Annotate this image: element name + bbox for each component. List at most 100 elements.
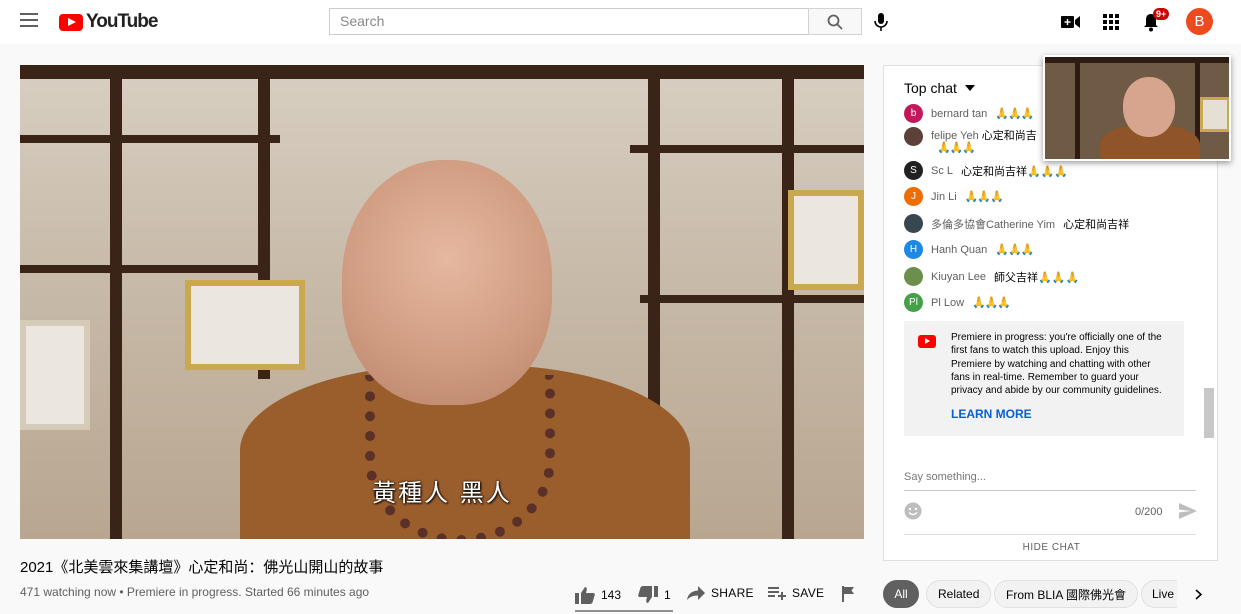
learn-more-link[interactable]: LEARN MORE: [951, 407, 1032, 421]
chat-avatar: J: [904, 187, 923, 206]
chat-author: 多倫多協會Catherine Yim: [931, 218, 1056, 231]
hide-chat-button[interactable]: HIDE CHAT: [884, 542, 1219, 553]
chat-author: Hanh Quan: [931, 243, 988, 256]
chat-message: 多倫多協會Catherine Yim 心定和尚吉祥: [904, 214, 1129, 233]
chat-text: 心定和尚吉祥🙏🙏🙏: [961, 165, 1069, 178]
masthead: YouTube Search 9+ B: [0, 0, 1241, 44]
video-player[interactable]: 黃種人 黑人: [20, 65, 864, 539]
chat-text: 🙏🙏🙏: [995, 244, 1034, 256]
youtube-icon: [918, 335, 936, 348]
chat-author: Pl Low: [931, 296, 965, 309]
premiere-notice-text: Premiere in progress: you're officially …: [951, 332, 1162, 397]
like-button[interactable]: 143: [575, 586, 621, 604]
chevron-right-icon: [1194, 588, 1202, 600]
certificate-frame: [788, 190, 864, 290]
thumbs-up-icon: [575, 587, 595, 604]
chat-author: bernard tan: [931, 107, 988, 120]
shelf-top: [20, 65, 864, 79]
menu-icon[interactable]: [20, 13, 38, 29]
speaker-face: [342, 160, 552, 405]
share-label: SHARE: [711, 586, 754, 600]
video-meta: 471 watching now • Premiere in progress.…: [20, 585, 370, 599]
logo-text: YouTube: [86, 11, 158, 32]
dislike-count: 1: [664, 588, 671, 602]
chat-author: Kiuyan Lee: [931, 270, 987, 283]
premiere-notice: Premiere in progress: you're officially …: [904, 321, 1184, 436]
chat-avatar: [904, 214, 923, 233]
save-button[interactable]: SAVE: [768, 586, 824, 600]
certificate-frame: [185, 280, 305, 370]
chip-from-channel[interactable]: From BLIA 國際佛光會: [994, 580, 1139, 608]
shelf-top: [1045, 57, 1229, 63]
mini-player-overlay[interactable]: [1043, 55, 1231, 161]
chat-message-continuation: 🙏🙏🙏: [937, 141, 976, 154]
chat-author: Sc L: [931, 164, 954, 177]
emoji-button[interactable]: [904, 502, 922, 525]
chat-author: Jin Li: [931, 190, 957, 203]
chat-text: 心定和尚吉: [981, 130, 1037, 142]
video-title: 2021《北美雲來集講壇》心定和尚：佛光山開山的故事: [20, 559, 384, 576]
notification-count-badge: 9+: [1153, 8, 1170, 20]
emoji-icon: [904, 502, 922, 520]
youtube-logo[interactable]: YouTube: [59, 11, 158, 33]
chip-related[interactable]: Related: [926, 580, 992, 608]
mic-icon[interactable]: [870, 11, 892, 33]
search-button[interactable]: [808, 8, 862, 35]
like-count: 143: [601, 588, 622, 602]
send-icon: [1179, 503, 1197, 519]
shelf-board: [20, 265, 270, 273]
chat-avatar: [904, 127, 923, 146]
shelf-post: [110, 79, 122, 539]
chat-avatar: Pl: [904, 293, 923, 312]
shelf-board: [640, 295, 864, 303]
share-icon: [687, 586, 705, 600]
search-icon: [827, 14, 843, 30]
speaker-face: [1123, 77, 1175, 137]
save-label: SAVE: [792, 586, 825, 600]
character-counter: 0/200: [1135, 506, 1163, 518]
chat-avatar: [904, 267, 923, 286]
chevron-down-icon: [964, 85, 975, 91]
chat-message: Pl Pl Low 🙏🙏🙏: [904, 293, 1011, 312]
chat-text: 🙏🙏🙏: [937, 142, 976, 154]
chat-message: J Jin Li 🙏🙏🙏: [904, 187, 1004, 206]
chat-avatar: b: [904, 104, 923, 123]
chat-message: b bernard tan 🙏🙏🙏: [904, 104, 1034, 123]
chat-text: 心定和尚吉祥: [1063, 218, 1130, 231]
sentiment-bar: [575, 610, 673, 612]
chat-avatar: H: [904, 240, 923, 259]
thumbs-down-icon: [638, 586, 658, 603]
dislike-button[interactable]: 1: [638, 586, 671, 604]
chat-text: 🙏🙏🙏: [995, 108, 1034, 120]
chat-mode-dropdown[interactable]: Top chat: [904, 80, 975, 96]
chat-message: S Sc L 心定和尚吉祥🙏🙏🙏: [904, 161, 1068, 180]
chat-text: 🙏🙏🙏: [972, 297, 1011, 309]
send-button[interactable]: [1179, 503, 1197, 524]
chat-message: Kiuyan Lee 師父吉祥🙏🙏🙏: [904, 267, 1079, 286]
chat-avatar: S: [904, 161, 923, 180]
chat-message: H Hanh Quan 🙏🙏🙏: [904, 240, 1034, 259]
apps-grid-icon[interactable]: [1100, 11, 1122, 33]
flag-icon: [842, 586, 854, 602]
shelf-board: [630, 145, 864, 153]
share-button[interactable]: SHARE: [687, 586, 754, 600]
shelf-board: [20, 135, 280, 143]
report-button[interactable]: [842, 586, 855, 602]
shelf-post: [1075, 57, 1080, 159]
create-video-icon[interactable]: [1060, 11, 1082, 33]
video-subtitle: 黃種人 黑人: [372, 479, 512, 507]
chips-next-button[interactable]: [1190, 586, 1206, 602]
chat-text: 師父吉祥🙏🙏🙏: [994, 271, 1080, 284]
divider: [904, 534, 1196, 535]
chip-live[interactable]: Live: [1141, 580, 1177, 608]
chat-scrollbar[interactable]: [1204, 388, 1214, 438]
account-avatar[interactable]: B: [1186, 8, 1213, 35]
youtube-play-icon: [59, 13, 83, 31]
add-to-playlist-icon: [768, 587, 786, 600]
chat-text: 🙏🙏🙏: [964, 191, 1004, 203]
certificate-frame: [20, 320, 90, 430]
chat-mode-label: Top chat: [904, 80, 957, 96]
search-input[interactable]: Search: [329, 8, 809, 35]
chat-message-input[interactable]: Say something...: [904, 471, 1196, 491]
chip-all[interactable]: All: [883, 580, 919, 608]
